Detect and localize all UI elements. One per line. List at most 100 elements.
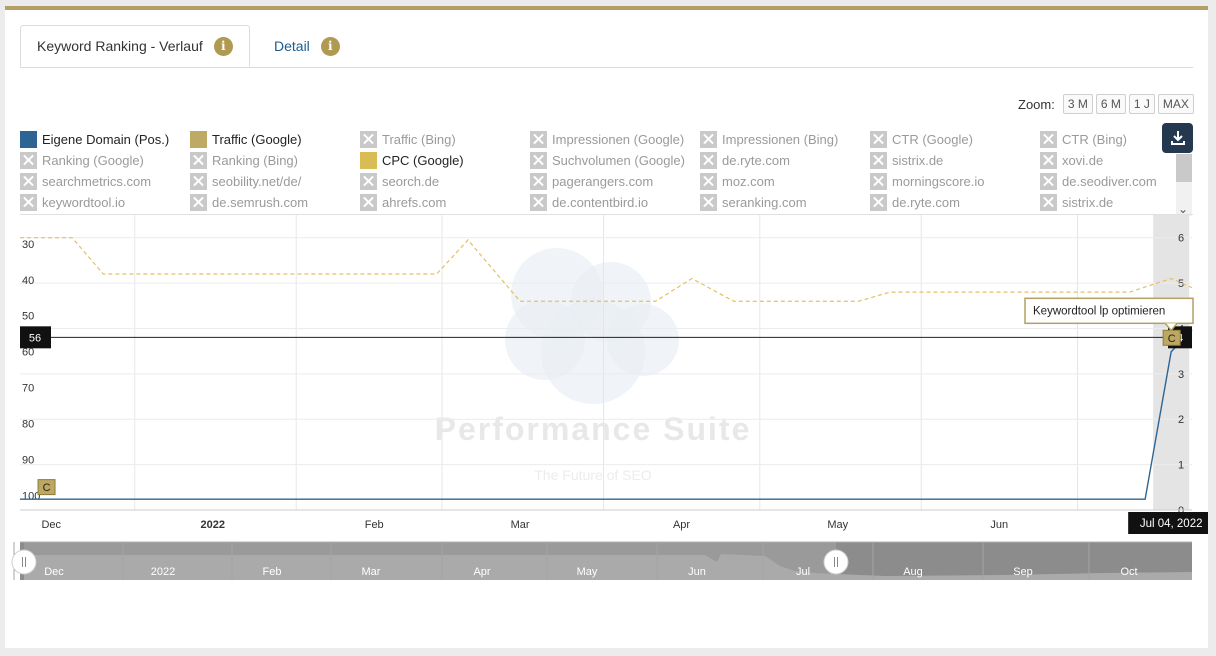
watermark-logo-shape	[541, 300, 645, 404]
navigator-label: Aug	[903, 566, 923, 578]
legend-item[interactable]: CTR (Google)	[870, 130, 973, 148]
highlight-date-box	[1128, 512, 1208, 534]
info-icon[interactable]: i	[320, 36, 340, 56]
y-left-tick-label: 100	[22, 491, 40, 503]
legend-item[interactable]: searchmetrics.com	[20, 172, 151, 190]
y-left-tick-label: 80	[22, 419, 34, 431]
legend-disabled-icon	[20, 193, 37, 211]
navigator-label: Oct	[1120, 566, 1137, 578]
watermark-title: Performance Suite	[435, 411, 752, 447]
legend-item[interactable]: Ranking (Bing)	[190, 151, 298, 169]
legend-item[interactable]: sistrix.de	[1040, 193, 1113, 211]
zoom-controls: Zoom: 3 M 6 M 1 J MAX	[1018, 94, 1194, 114]
legend-item[interactable]: keywordtool.io	[20, 193, 125, 211]
legend-item[interactable]: de.semrush.com	[190, 193, 308, 211]
chart-grid: 304050607080901000123456Dec 2022 Feb Mar Apr…	[20, 215, 1192, 531]
legend-label: pagerangers.com	[552, 173, 654, 189]
legend-item[interactable]: seorch.de	[360, 172, 439, 190]
tab-detail[interactable]: Detail i	[258, 25, 356, 67]
legend-item[interactable]: seobility.net/de/	[190, 172, 301, 190]
navigator-handle[interactable]	[11, 549, 37, 575]
legend-disabled-icon	[1040, 193, 1057, 211]
x-tick-label: Jun	[990, 519, 1008, 531]
legend-disabled-icon	[190, 151, 207, 169]
legend-item[interactable]: de.contentbird.io	[530, 193, 648, 211]
legend-label: ahrefs.com	[382, 194, 447, 210]
navigator-label: Mar	[362, 566, 381, 578]
legend-scrollbar[interactable]: ⌄	[1176, 154, 1192, 216]
highlight-band	[1153, 215, 1190, 510]
legend-disabled-icon	[870, 130, 887, 148]
legend-item[interactable]: xovi.de	[1040, 151, 1103, 169]
legend-swatch	[360, 151, 377, 169]
zoom-3m-button[interactable]: 3 M	[1062, 94, 1093, 114]
navigator-label: Apr	[473, 566, 490, 578]
legend-item[interactable]: seranking.com	[700, 193, 807, 211]
zoom-6m-button[interactable]: 6 M	[1095, 94, 1126, 114]
watermark: Performance Suite The Future of SEO	[435, 248, 752, 483]
legend-disabled-icon	[190, 193, 207, 211]
zoom-max-button[interactable]: MAX	[1157, 94, 1194, 114]
legend-item[interactable]: moz.com	[700, 172, 775, 190]
flag-marker	[37, 479, 56, 496]
legend-item[interactable]: Traffic (Google)	[190, 130, 302, 148]
navigator-handle[interactable]	[823, 549, 849, 575]
y-right-tick-label: 4	[1178, 323, 1184, 335]
chart-overlay: 56 4CCKeywordtool lp optimierenJul 04, 20…	[20, 297, 1208, 534]
navigator-track	[20, 542, 1192, 580]
legend-label: de.semrush.com	[212, 194, 309, 210]
watermark-logo-shape	[607, 304, 679, 376]
legend-item[interactable]: CPC (Google)	[360, 151, 464, 169]
y-left-tick-label: 50	[22, 311, 34, 323]
legend-label: de.contentbird.io	[552, 194, 649, 210]
legend-item[interactable]: Ranking (Google)	[20, 151, 144, 169]
legend-disabled-icon	[360, 130, 377, 148]
legend-swatch	[20, 130, 37, 148]
x-tick-label: Mar	[511, 519, 530, 531]
legend-item[interactable]: Eigene Domain (Pos.)	[20, 130, 169, 148]
tab-label: Keyword Ranking - Verlauf	[37, 38, 203, 54]
legend-item[interactable]: sistrix.de	[870, 151, 943, 169]
legend-item[interactable]: pagerangers.com	[530, 172, 653, 190]
legend-scroll-thumb[interactable]	[1176, 154, 1192, 182]
legend-disabled-icon	[870, 193, 887, 211]
legend-label: sistrix.de	[1062, 194, 1114, 210]
legend-disabled-icon	[20, 172, 37, 190]
legend-label: moz.com	[722, 173, 775, 189]
tab-label: Detail	[274, 38, 310, 54]
legend-item[interactable]: de.seodiver.com	[1040, 172, 1157, 190]
y-left-tick-label: 70	[22, 383, 34, 395]
legend-swatch	[190, 130, 207, 148]
navigator: Dec 2022 Feb Mar Apr May Jun Jul Aug Sep Oct	[11, 541, 1192, 580]
legend-disabled-icon	[700, 193, 717, 211]
legend-item[interactable]: Impressionen (Google)	[530, 130, 684, 148]
watermark-logo-shape	[511, 248, 603, 340]
legend-item[interactable]: de.ryte.com	[870, 193, 960, 211]
zoom-1j-button[interactable]: 1 J	[1128, 94, 1155, 114]
legend-label: Suchvolumen (Google)	[552, 152, 685, 168]
info-icon[interactable]: i	[213, 36, 233, 56]
flag-tooltip-box	[1024, 297, 1194, 325]
x-tick-label: Feb	[365, 519, 384, 531]
legend-item[interactable]: CTR (Bing)	[1040, 130, 1127, 148]
legend-item[interactable]: Impressionen (Bing)	[700, 130, 838, 148]
legend-item[interactable]: Suchvolumen (Google)	[530, 151, 685, 169]
legend-disabled-icon	[530, 151, 547, 169]
legend-item[interactable]: de.ryte.com	[700, 151, 790, 169]
y-right-tick-label: 1	[1178, 460, 1184, 472]
legend-disabled-icon	[20, 151, 37, 169]
legend-label: keywordtool.io	[42, 194, 126, 210]
navigator-label: May	[577, 566, 598, 578]
crosshair-left-label: 56	[29, 332, 41, 344]
legend-disabled-icon	[1040, 151, 1057, 169]
crosshair-right-label: 4	[1177, 332, 1183, 344]
tab-keyword-ranking-verlauf[interactable]: Keyword Ranking - Verlauf i	[20, 25, 250, 67]
legend-disabled-icon	[870, 172, 887, 190]
legend-disabled-icon	[700, 130, 717, 148]
legend-label: CTR (Bing)	[1062, 131, 1128, 147]
legend-item[interactable]: Traffic (Bing)	[360, 130, 456, 148]
legend: Eigene Domain (Pos.) Traffic (Google) Traf…	[20, 128, 1175, 212]
legend-item[interactable]: ahrefs.com	[360, 193, 446, 211]
legend-item[interactable]: morningscore.io	[870, 172, 985, 190]
legend-label: xovi.de	[1062, 152, 1104, 168]
